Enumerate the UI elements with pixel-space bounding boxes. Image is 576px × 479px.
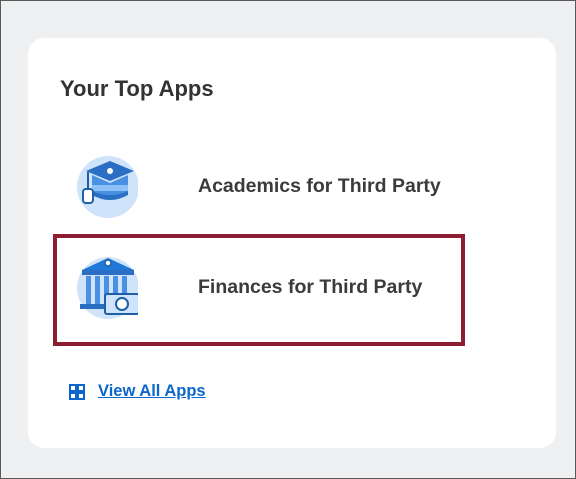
app-frame: Your Top Apps Academics for Third Party bbox=[0, 0, 576, 479]
app-label: Finances for Third Party bbox=[198, 275, 423, 298]
bank-money-icon bbox=[77, 257, 138, 319]
app-label: Academics for Third Party bbox=[198, 174, 441, 197]
top-apps-card: Your Top Apps Academics for Third Party bbox=[28, 38, 556, 448]
view-all-apps-label[interactable]: View All Apps bbox=[98, 382, 206, 401]
app-item-finances[interactable]: Finances for Third Party bbox=[58, 252, 458, 322]
graduation-cap-icon bbox=[77, 156, 138, 218]
card-title: Your Top Apps bbox=[60, 76, 214, 101]
view-all-apps-link[interactable]: View All Apps bbox=[69, 382, 206, 401]
grid-icon bbox=[69, 383, 85, 400]
app-item-academics[interactable]: Academics for Third Party bbox=[58, 151, 458, 221]
